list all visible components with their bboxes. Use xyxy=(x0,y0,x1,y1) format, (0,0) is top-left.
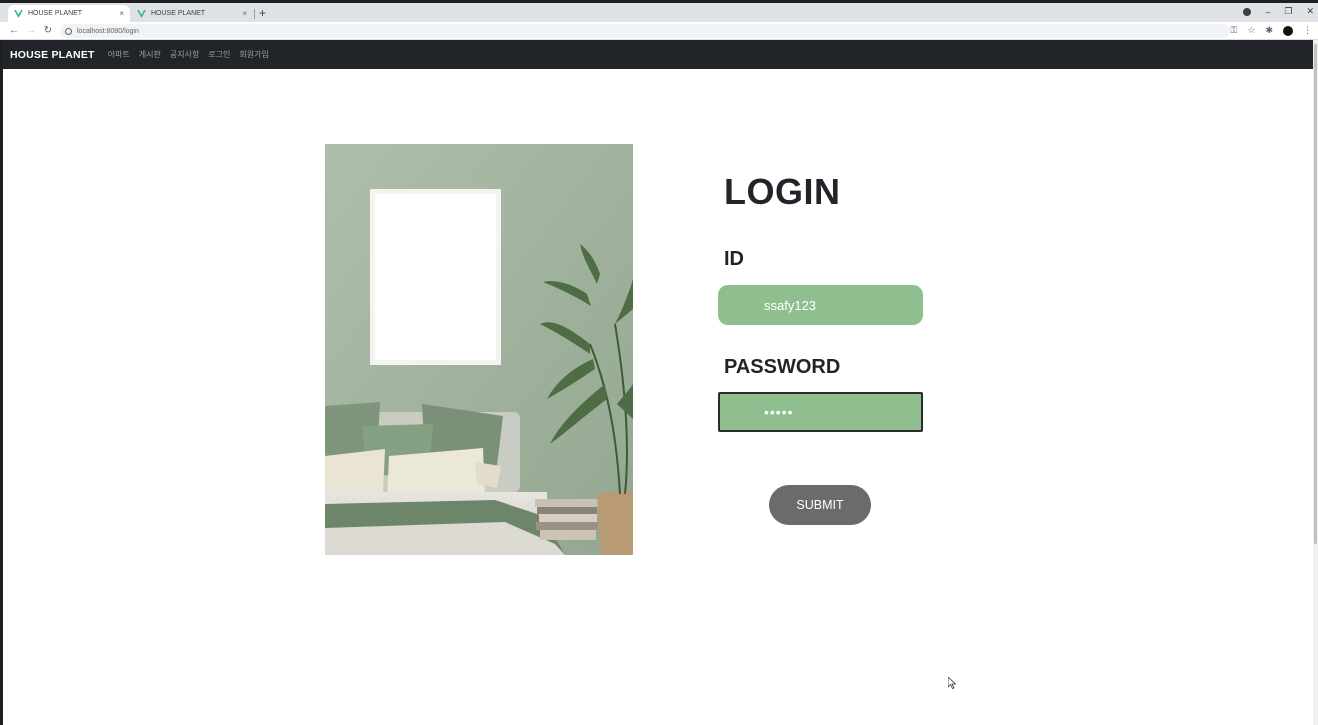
tab-strip: HOUSE PLANET × HOUSE PLANET × + – ❐ ✕ xyxy=(0,0,1318,22)
restore-button[interactable]: ❐ xyxy=(1284,6,1292,17)
login-title: LOGIN xyxy=(724,171,841,212)
forward-arrow-icon[interactable]: → xyxy=(23,25,39,36)
tab-close-icon[interactable]: × xyxy=(242,9,247,18)
bedroom-photo xyxy=(325,144,633,555)
minimize-button[interactable]: – xyxy=(1265,7,1270,17)
window-border xyxy=(0,40,3,725)
window-controls: – ❐ ✕ xyxy=(1243,6,1314,17)
back-arrow-icon[interactable]: ← xyxy=(6,25,22,36)
browser-tab-active[interactable]: HOUSE PLANET × xyxy=(8,5,130,22)
vue-favicon-icon xyxy=(137,9,146,18)
nav-link-notice[interactable]: 공지사항 xyxy=(170,49,199,60)
tab-title: HOUSE PLANET xyxy=(28,10,83,17)
password-label: PASSWORD xyxy=(724,356,841,378)
nav-link-signup[interactable]: 회원가입 xyxy=(239,49,268,60)
browser-window: HOUSE PLANET × HOUSE PLANET × + – ❐ ✕ ← … xyxy=(0,0,1318,725)
id-label: ID xyxy=(724,248,744,270)
app-navbar: HOUSE PLANET 아파트 게시판 공지사항 로그인 회원가입 xyxy=(3,40,1315,69)
vue-favicon-icon xyxy=(14,9,23,18)
reload-icon[interactable]: ↻ xyxy=(40,25,56,36)
bookmark-star-icon[interactable]: ☆ xyxy=(1247,25,1255,36)
profile-avatar[interactable] xyxy=(1283,25,1293,36)
url-field[interactable]: localhost:8080/login xyxy=(60,24,1230,38)
key-icon[interactable]: ⚿ xyxy=(1231,25,1238,36)
site-info-icon[interactable] xyxy=(65,27,72,35)
browser-tab[interactable]: HOUSE PLANET × xyxy=(131,5,253,22)
mouse-cursor-icon xyxy=(948,677,956,689)
submit-button[interactable]: SUBMIT xyxy=(769,485,871,525)
tab-title: HOUSE PLANET xyxy=(151,10,206,17)
address-bar-row: ← → ↻ localhost:8080/login ⚿ ☆ ✱ ⋮ xyxy=(0,22,1318,40)
page-scrollbar[interactable] xyxy=(1313,40,1318,725)
scrollbar-thumb[interactable] xyxy=(1314,44,1317,544)
nav-link-board[interactable]: 게시판 xyxy=(139,49,161,60)
brand-logo-text[interactable]: HOUSE PLANET xyxy=(10,49,95,61)
close-window-button[interactable]: ✕ xyxy=(1306,6,1314,17)
nav-link-login[interactable]: 로그인 xyxy=(208,49,230,60)
menu-kebab-icon[interactable]: ⋮ xyxy=(1303,25,1312,36)
tab-close-icon[interactable]: × xyxy=(119,9,124,18)
id-input[interactable] xyxy=(718,285,923,325)
new-tab-button[interactable]: + xyxy=(259,6,266,20)
password-input[interactable] xyxy=(718,392,923,432)
tab-separator xyxy=(254,9,255,19)
extensions-puzzle-icon[interactable]: ✱ xyxy=(1265,25,1273,36)
extension-record-icon[interactable] xyxy=(1243,7,1252,16)
nav-link-apartment[interactable]: 아파트 xyxy=(108,49,130,60)
toolbar-icons: ⚿ ☆ ✱ ⋮ xyxy=(1231,25,1312,36)
url-text: localhost:8080/login xyxy=(77,27,139,35)
